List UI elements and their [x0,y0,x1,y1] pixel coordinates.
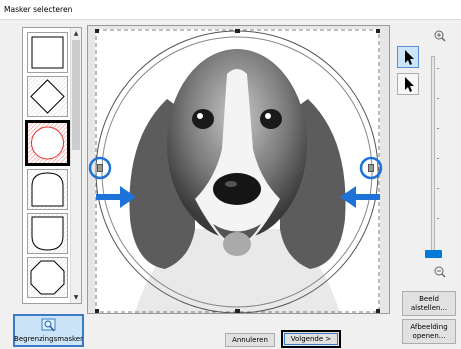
left-handle-indicator[interactable] [86,150,146,210]
next-button[interactable]: Volgende > [281,330,341,348]
open-image-button[interactable]: Afbeelding openen... [402,319,456,344]
right-handle-indicator[interactable] [330,150,390,210]
zoom-out-icon[interactable] [434,266,446,278]
zoom-slider-track[interactable] [431,56,435,256]
mask-item-octagon[interactable] [27,257,68,298]
mask-list-scrollbar[interactable]: ▲ ▼ [70,28,81,303]
scroll-up-icon[interactable]: ▲ [71,28,81,39]
mask-select-dialog: Masker selecteren ▲ ▼ Beeld alstellen...… [0,0,461,349]
mask-shape-list[interactable]: ▲ ▼ [22,27,82,304]
fit-image-button[interactable]: Beeld alstellen... [402,291,456,316]
window-title: Masker selecteren [4,5,73,14]
right-arrow-icon [96,186,136,208]
mask-item-arch[interactable] [27,169,68,210]
cancel-button[interactable]: Annuleren [225,333,275,347]
arrow-pointer-icon [405,50,414,65]
mask-item-circle-selected[interactable] [25,120,70,166]
mask-boundary-label: Begrenzingsmasker [14,335,83,343]
arrow-pointer-icon [405,77,414,92]
move-tool-button[interactable] [397,73,419,95]
left-arrow-icon [340,186,380,208]
zoom-slider-thumb[interactable] [425,250,442,258]
next-button-label: Volgende > [283,332,339,346]
mask-item-shield[interactable] [27,213,68,254]
mask-boundary-button[interactable]: Begrenzingsmasker [13,314,84,347]
scroll-thumb[interactable] [72,40,80,150]
scroll-down-icon[interactable]: ▼ [71,292,81,303]
title-bar: Masker selecteren [0,0,461,20]
magnifier-mask-icon [41,318,55,332]
mask-item-diamond[interactable] [27,76,68,117]
zoom-in-icon[interactable] [434,30,446,42]
mask-item-square[interactable] [27,32,68,73]
select-tool-button[interactable] [397,46,419,68]
